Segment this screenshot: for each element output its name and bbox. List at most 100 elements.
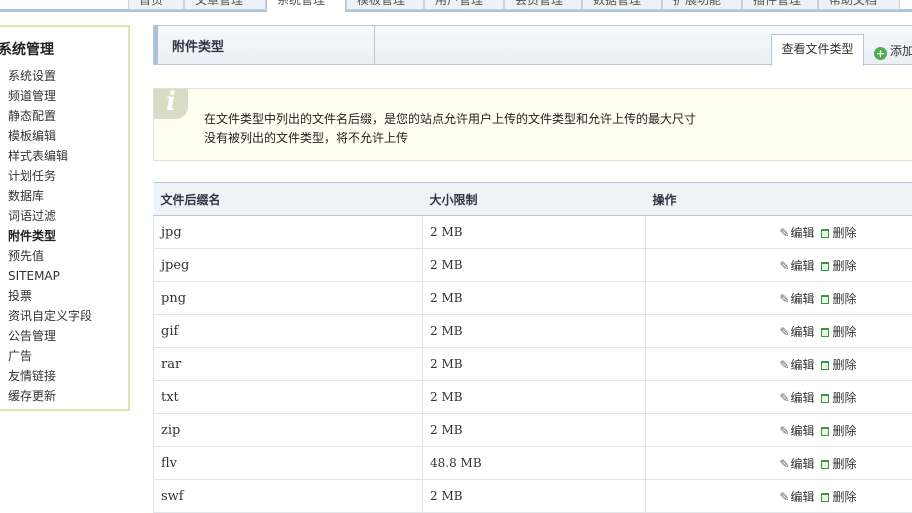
row-actions: ✎编辑删除 (646, 414, 912, 447)
pencil-icon: ✎ (779, 424, 789, 438)
file-extension: txt (154, 381, 423, 414)
sidebar-item[interactable]: 频道管理 (8, 86, 92, 106)
edit-label: 编辑 (790, 457, 814, 471)
add-label: 添加 (890, 44, 912, 58)
delete-button[interactable]: 删除 (821, 490, 856, 504)
table-row: gif2 MB✎编辑删除 (154, 315, 912, 348)
file-extension: rar (154, 348, 423, 381)
sidebar-title: 系统管理 (0, 39, 54, 59)
delete-label: 删除 (832, 358, 856, 372)
edit-button[interactable]: ✎编辑 (779, 391, 814, 405)
edit-button[interactable]: ✎编辑 (779, 490, 814, 504)
trash-icon (821, 493, 829, 502)
edit-label: 编辑 (790, 490, 814, 504)
size-limit: 48.8 MB (423, 447, 646, 480)
top-nav-tab[interactable]: 文章管理 (184, 0, 266, 10)
file-extension: zip (154, 414, 423, 447)
top-nav-tab[interactable]: 系统管理 (266, 0, 346, 12)
add-file-type-button[interactable]: +添加 (874, 42, 912, 60)
row-actions: ✎编辑删除 (646, 315, 912, 348)
top-nav-tab-label: 用户管理 (435, 0, 483, 8)
page-title: 附件类型 (172, 36, 224, 55)
top-nav-tab-label: 帮助文档 (829, 0, 877, 8)
trash-icon (821, 427, 829, 436)
pencil-icon: ✎ (779, 457, 789, 471)
column-header-size-limit: 大小限制 (423, 183, 646, 216)
delete-button[interactable]: 删除 (821, 325, 856, 339)
delete-button[interactable]: 删除 (821, 226, 856, 240)
delete-label: 删除 (832, 292, 856, 306)
top-nav-tab[interactable]: 插件管理 (742, 0, 818, 10)
table-row: flv48.8 MB✎编辑删除 (154, 447, 912, 480)
delete-button[interactable]: 删除 (821, 457, 856, 471)
top-nav-tab-label: 插件管理 (753, 0, 801, 8)
delete-button[interactable]: 删除 (821, 424, 856, 438)
top-nav-tab-label: 模板管理 (357, 0, 405, 8)
top-nav-tab[interactable]: 扩展功能 (662, 0, 742, 10)
delete-button[interactable]: 删除 (821, 358, 856, 372)
page-header: 附件类型 查看文件类型 +添加 (153, 25, 912, 65)
sidebar-item[interactable]: 资讯自定义字段 (8, 306, 92, 326)
trash-icon (821, 262, 829, 271)
sidebar-item[interactable]: 系统设置 (8, 66, 92, 86)
delete-button[interactable]: 删除 (821, 292, 856, 306)
top-nav-tab[interactable]: 用户管理 (424, 0, 504, 10)
edit-label: 编辑 (790, 358, 814, 372)
delete-button[interactable]: 删除 (821, 259, 856, 273)
size-limit: 2 MB (423, 249, 646, 282)
header-accent (154, 26, 158, 64)
edit-button[interactable]: ✎编辑 (779, 424, 814, 438)
sidebar-item[interactable]: 附件类型 (8, 226, 92, 246)
top-nav-tab[interactable]: 模板管理 (346, 0, 424, 10)
top-nav-tab-label: 首页 (139, 0, 163, 8)
top-nav-tab[interactable]: 帮助文档 (818, 0, 900, 10)
column-header-extension: 文件后缀名 (154, 183, 423, 216)
edit-button[interactable]: ✎编辑 (779, 358, 814, 372)
sidebar-item[interactable]: 词语过滤 (8, 206, 92, 226)
sidebar-item[interactable]: 广告 (8, 346, 92, 366)
row-actions: ✎编辑 删除 (646, 447, 912, 480)
file-type-table: 文件后缀名 大小限制 操作 jpg2 MB✎编辑删除jpeg2 MB✎编辑删除p… (153, 182, 912, 513)
edit-button[interactable]: ✎编辑 (779, 259, 814, 273)
sidebar-item[interactable]: 模板编辑 (8, 126, 92, 146)
table-row: rar2 MB✎编辑删除 (154, 348, 912, 381)
edit-button[interactable]: ✎编辑 (779, 325, 814, 339)
sidebar-item[interactable]: 样式表编辑 (8, 146, 92, 166)
sidebar-item[interactable]: 投票 (8, 286, 92, 306)
trash-icon (821, 394, 829, 403)
sidebar-item[interactable]: 数据库 (8, 186, 92, 206)
sidebar-item[interactable]: SITEMAP (8, 266, 92, 286)
sidebar-item[interactable]: 公告管理 (8, 326, 92, 346)
edit-button[interactable]: ✎编辑 (779, 226, 814, 240)
info-box: i 在文件类型中列出的文件名后缀，是您的站点允许用户上传的文件类型和允许上传的最… (153, 88, 912, 161)
tab-view-file-types[interactable]: 查看文件类型 (771, 34, 864, 66)
file-extension: png (154, 282, 423, 315)
sidebar-item[interactable]: 计划任务 (8, 166, 92, 186)
delete-label: 删除 (832, 457, 856, 471)
pencil-icon: ✎ (779, 259, 789, 273)
file-extension: swf (154, 480, 423, 513)
sidebar-item[interactable]: 预先值 (8, 246, 92, 266)
top-nav-tab[interactable]: 首页 (128, 0, 184, 10)
row-actions: ✎编辑 删除 (646, 249, 912, 282)
sidebar-item[interactable]: 友情链接 (8, 366, 92, 386)
edit-button[interactable]: ✎编辑 (779, 457, 814, 471)
add-circle-icon: + (874, 47, 887, 60)
top-nav-tab[interactable]: 数据管理 (582, 0, 662, 10)
top-nav-tab[interactable]: 会员管理 (504, 0, 582, 10)
pencil-icon: ✎ (779, 490, 789, 504)
sidebar-item[interactable]: 缓存更新 (8, 386, 92, 406)
row-actions: ✎编辑删除 (646, 216, 912, 249)
table-row: txt2 MB ✎编辑 删除 (154, 381, 912, 414)
edit-button[interactable]: ✎编辑 (779, 292, 814, 306)
delete-button[interactable]: 删除 (821, 391, 856, 405)
pencil-icon: ✎ (779, 325, 789, 339)
pencil-icon: ✎ (779, 292, 789, 306)
edit-label: 编辑 (790, 292, 814, 306)
trash-icon (821, 460, 829, 469)
size-limit: 2 MB (423, 381, 646, 414)
delete-label: 删除 (832, 259, 856, 273)
trash-icon (821, 328, 829, 337)
sidebar-item[interactable]: 静态配置 (8, 106, 92, 126)
delete-label: 删除 (832, 391, 856, 405)
